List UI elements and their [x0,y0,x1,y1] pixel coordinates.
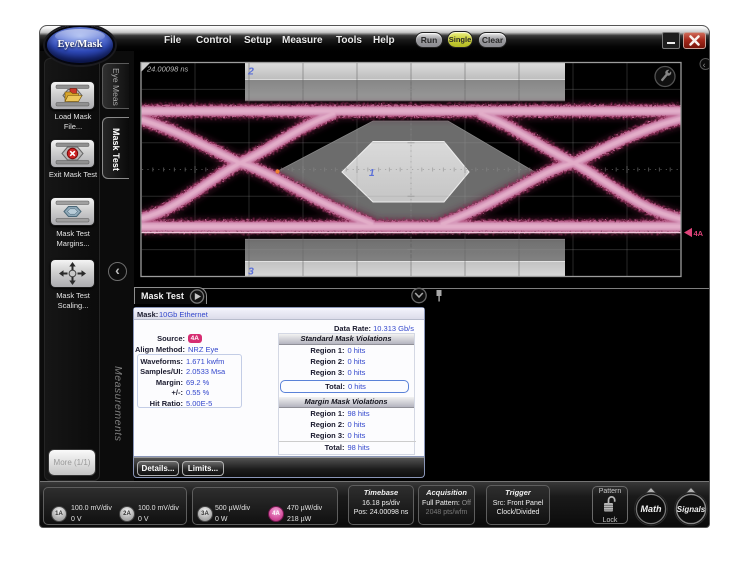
svg-text:4A: 4A [694,229,704,238]
svg-text:2: 2 [247,66,254,78]
svg-text:24.00098 ns: 24.00098 ns [146,65,189,74]
svg-text:Math: Math [641,504,662,514]
svg-text:Signals: Signals [677,505,706,514]
svg-text:‹: ‹ [703,61,706,70]
